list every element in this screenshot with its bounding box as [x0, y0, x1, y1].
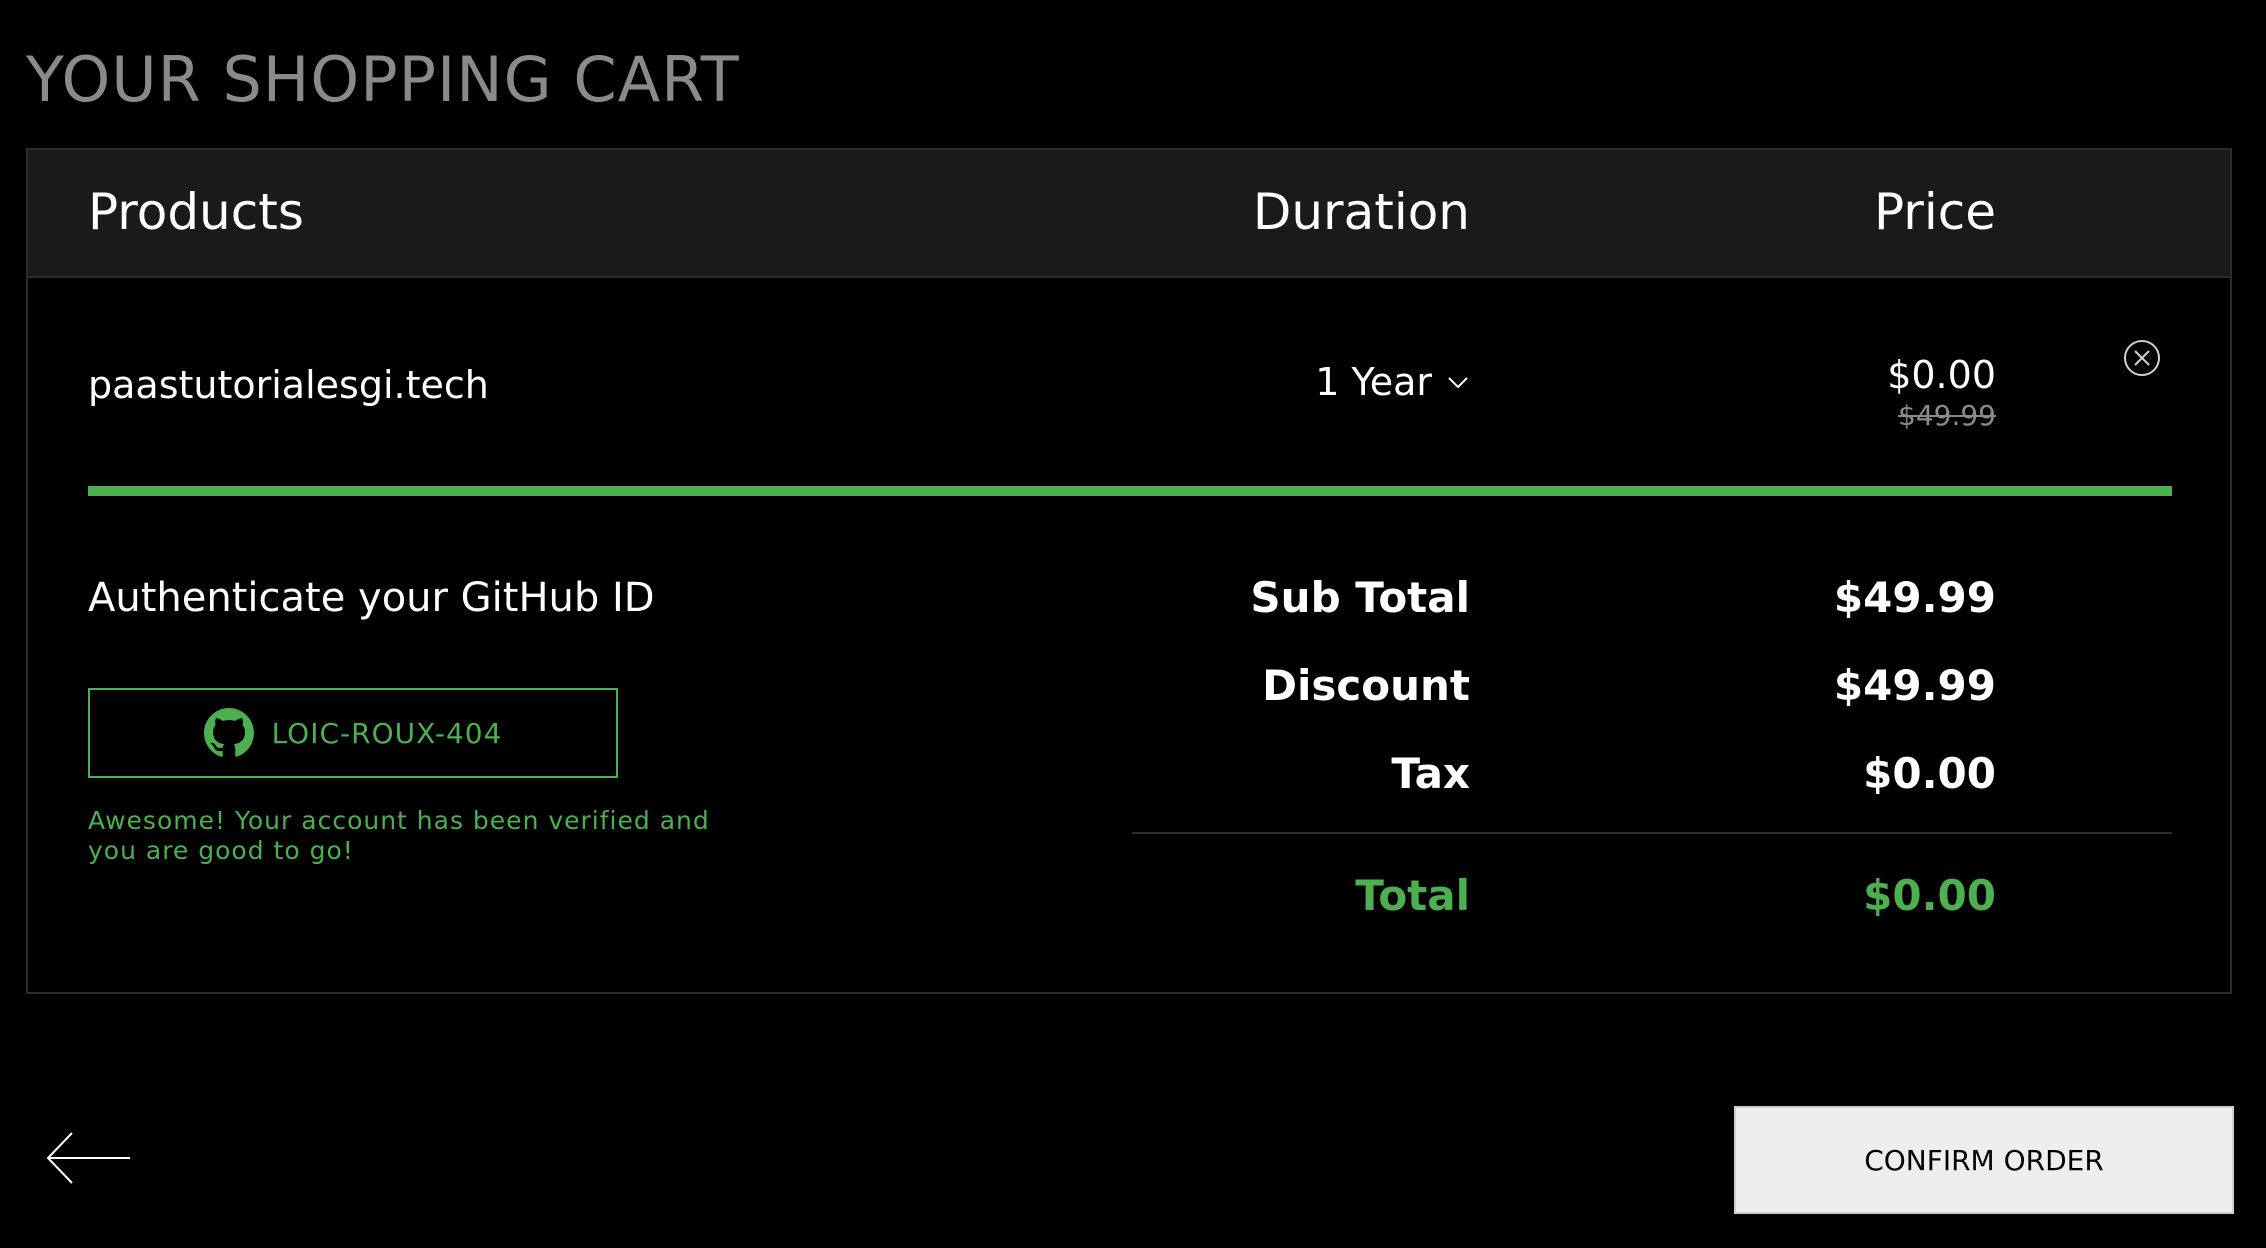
total-value: $0.00 — [1863, 871, 1996, 920]
github-auth-button[interactable]: LOIC-ROUX-404 — [88, 688, 618, 778]
item-original-price: $49.99 — [1898, 399, 1996, 432]
item-price: $0.00 — [1887, 353, 1996, 397]
close-circle-icon[interactable] — [2122, 338, 2162, 378]
tax-value: $0.00 — [1863, 749, 1996, 798]
confirm-order-button[interactable]: CONFIRM ORDER — [1734, 1106, 2234, 1214]
product-name: paastutorialesgi.tech — [88, 363, 489, 407]
verification-message: Awesome! Your account has been verified … — [88, 806, 710, 865]
duration-value: 1 Year — [1315, 360, 1432, 404]
discount-label: Discount — [1262, 661, 1470, 710]
tax-label: Tax — [1391, 749, 1470, 798]
arrow-left-icon[interactable] — [46, 1130, 132, 1186]
subtotal-value: $49.99 — [1833, 573, 1996, 622]
github-username: LOIC-ROUX-404 — [271, 716, 503, 750]
page-title: YOUR SHOPPING CART — [26, 43, 740, 116]
cart-header: Products Duration Price — [28, 150, 2230, 278]
progress-bar — [88, 486, 2172, 496]
price-column-header: Price — [1874, 183, 1996, 241]
total-label: Total — [1355, 871, 1470, 920]
products-column-header: Products — [88, 183, 304, 241]
chevron-down-icon — [1448, 377, 1468, 389]
duration-column-header: Duration — [1252, 183, 1470, 241]
github-icon — [203, 708, 254, 757]
shopping-cart-page: YOUR SHOPPING CART Products Duration Pri… — [0, 0, 2266, 1248]
cart-panel: Products Duration Price paastutorialesgi… — [26, 148, 2232, 994]
discount-value: $49.99 — [1833, 661, 1996, 710]
duration-dropdown[interactable]: 1 Year — [1315, 356, 1470, 408]
progress-bar-fill — [88, 486, 2172, 496]
summary-divider — [1132, 832, 2172, 834]
subtotal-label: Sub Total — [1250, 573, 1470, 622]
auth-title: Authenticate your GitHub ID — [88, 575, 655, 621]
